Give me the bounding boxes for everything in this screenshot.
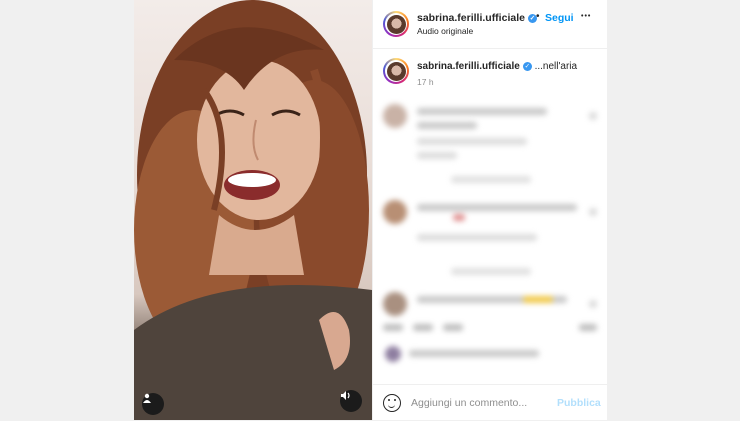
portrait-photo: [134, 0, 372, 420]
audio-toggle-button[interactable]: [340, 390, 362, 412]
caption-avatar[interactable]: [383, 58, 409, 84]
comments-list-blurred: [373, 96, 607, 384]
caption: sabrina.ferilli.ufficiale ✓ ...nell'aria: [417, 61, 577, 72]
tag-user-button[interactable]: [142, 393, 164, 415]
comment-input[interactable]: Aggiungi un commento...: [411, 397, 527, 409]
header-username[interactable]: sabrina.ferilli.ufficiale ✓: [417, 12, 537, 24]
publish-button[interactable]: Pubblica: [557, 397, 601, 409]
comment-bar: Aggiungi un commento... Pubblica: [373, 384, 607, 421]
avatar[interactable]: [383, 11, 409, 37]
post-side-panel: sabrina.ferilli.ufficiale ✓ • Segui Audio…: [372, 0, 607, 420]
verified-badge-icon: ✓: [522, 62, 532, 71]
emoji-icon[interactable]: [383, 394, 401, 412]
caption-text: ...nell'aria: [534, 61, 578, 72]
audio-label[interactable]: Audio originale: [417, 26, 473, 36]
post-media[interactable]: [134, 0, 372, 420]
more-options-icon[interactable]: •••: [581, 13, 591, 20]
caption-username[interactable]: sabrina.ferilli.ufficiale: [417, 61, 520, 72]
post-header: sabrina.ferilli.ufficiale ✓ • Segui Audio…: [373, 0, 607, 49]
separator-dot: •: [536, 11, 540, 22]
follow-button[interactable]: Segui: [545, 12, 574, 24]
post-time: 17 h: [417, 77, 434, 87]
